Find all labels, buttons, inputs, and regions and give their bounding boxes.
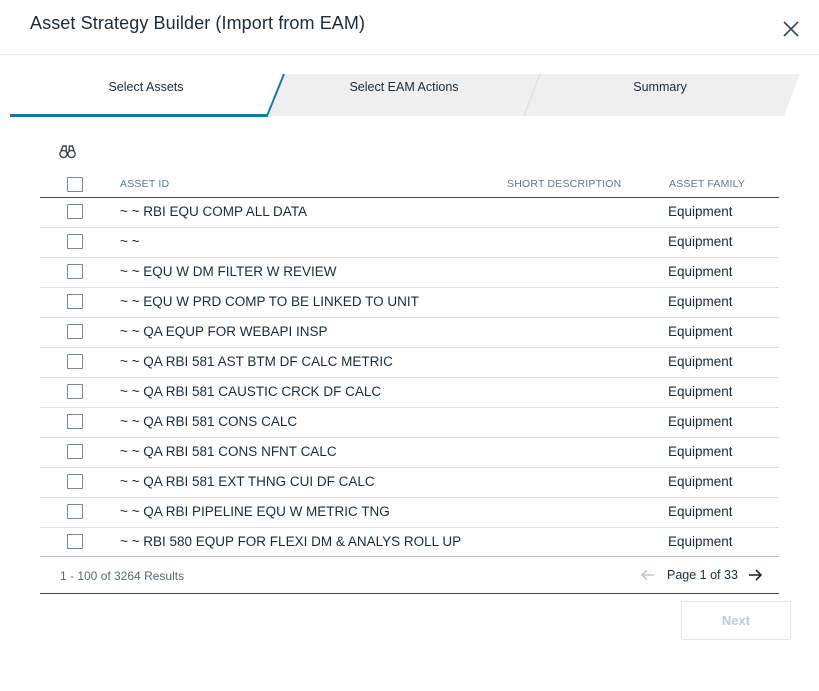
wizard-stepper: Select Assets Select EAM Actions Summary	[10, 74, 800, 117]
table-row[interactable]: ~ ~ EQU W PRD COMP TO BE LINKED TO UNIT …	[40, 288, 779, 318]
asset-id-cell: ~ ~ EQU W DM FILTER W REVIEW	[120, 264, 337, 279]
column-header-asset-family[interactable]: ASSET FAMILY	[669, 178, 745, 190]
arrow-left-icon[interactable]	[640, 567, 656, 583]
asset-id-cell: ~ ~ RBI 580 EQUP FOR FLEXI DM & ANALYS R…	[120, 534, 462, 549]
step-select-assets[interactable]: Select Assets	[46, 80, 246, 94]
table-row[interactable]: ~ ~ QA RBI 581 CAUSTIC CRCK DF CALC Equi…	[40, 378, 779, 408]
asset-family-cell: Equipment	[668, 474, 733, 489]
select-all-checkbox[interactable]	[67, 177, 83, 192]
arrow-right-icon[interactable]	[747, 567, 763, 583]
asset-id-cell: ~ ~ QA RBI 581 CAUSTIC CRCK DF CALC	[120, 384, 382, 399]
table-row[interactable]: ~ ~ QA RBI 581 CONS CALC Equipment	[40, 408, 779, 438]
asset-grid: ASSET ID SHORT DESCRIPTION ASSET FAMILY …	[40, 169, 779, 558]
table-row[interactable]: ~ ~ QA RBI 581 CONS NFNT CALC Equipment	[40, 438, 779, 468]
row-checkbox[interactable]	[67, 414, 83, 429]
asset-family-cell: Equipment	[668, 204, 733, 219]
binoculars-icon[interactable]	[58, 143, 78, 161]
asset-id-cell: ~ ~ QA EQUP FOR WEBAPI INSP	[120, 324, 328, 339]
asset-strategy-builder-dialog: Asset Strategy Builder (Import from EAM)…	[0, 0, 819, 691]
row-checkbox[interactable]	[67, 354, 83, 369]
table-row[interactable]: ~ ~ EQU W DM FILTER W REVIEW Equipment	[40, 258, 779, 288]
table-row[interactable]: ~ ~ QA RBI PIPELINE EQU W METRIC TNG Equ…	[40, 498, 779, 528]
asset-family-cell: Equipment	[668, 534, 733, 549]
row-checkbox[interactable]	[67, 504, 83, 519]
results-count: 1 - 100 of 3264 Results	[60, 569, 185, 583]
page-indicator: Page 1 of 33	[667, 568, 738, 582]
table-row[interactable]: ~ ~ QA RBI 581 EXT THNG CUI DF CALC Equi…	[40, 468, 779, 498]
asset-id-cell: ~ ~	[120, 234, 140, 249]
row-checkbox[interactable]	[67, 384, 83, 399]
row-checkbox[interactable]	[67, 444, 83, 459]
asset-id-cell: ~ ~ QA RBI 581 AST BTM DF CALC METRIC	[120, 354, 393, 369]
asset-family-cell: Equipment	[668, 384, 733, 399]
table-row[interactable]: ~ ~ QA RBI 581 AST BTM DF CALC METRIC Eq…	[40, 348, 779, 378]
table-row[interactable]: ~ ~ RBI 580 EQUP FOR FLEXI DM & ANALYS R…	[40, 528, 779, 558]
asset-id-cell: ~ ~ QA RBI 581 EXT THNG CUI DF CALC	[120, 474, 375, 489]
grid-header-row: ASSET ID SHORT DESCRIPTION ASSET FAMILY	[40, 169, 779, 198]
asset-family-cell: Equipment	[668, 264, 733, 279]
step-summary[interactable]: Summary	[560, 80, 760, 94]
table-row[interactable]: ~ ~ Equipment	[40, 228, 779, 258]
asset-id-cell: ~ ~ RBI EQU COMP ALL DATA	[120, 204, 308, 219]
asset-id-cell: ~ ~ QA RBI PIPELINE EQU W METRIC TNG	[120, 504, 390, 519]
next-button[interactable]: Next	[681, 601, 791, 640]
asset-id-cell: ~ ~ QA RBI 581 CONS NFNT CALC	[120, 444, 337, 459]
dialog-header: Asset Strategy Builder (Import from EAM)	[0, 0, 819, 55]
row-checkbox[interactable]	[67, 474, 83, 489]
dialog-title: Asset Strategy Builder (Import from EAM)	[30, 13, 366, 33]
asset-id-cell: ~ ~ QA RBI 581 CONS CALC	[120, 414, 298, 429]
row-checkbox[interactable]	[67, 294, 83, 309]
table-row[interactable]: ~ ~ QA EQUP FOR WEBAPI INSP Equipment	[40, 318, 779, 348]
asset-family-cell: Equipment	[668, 324, 733, 339]
row-checkbox[interactable]	[67, 324, 83, 339]
step-select-eam-actions[interactable]: Select EAM Actions	[304, 80, 504, 94]
close-icon[interactable]	[780, 18, 802, 40]
asset-family-cell: Equipment	[668, 504, 733, 519]
pagination-bar: 1 - 100 of 3264 Results Page 1 of 33	[40, 557, 779, 594]
asset-family-cell: Equipment	[668, 444, 733, 459]
asset-family-cell: Equipment	[668, 354, 733, 369]
row-checkbox[interactable]	[67, 234, 83, 249]
asset-family-cell: Equipment	[668, 294, 733, 309]
asset-family-cell: Equipment	[668, 414, 733, 429]
row-checkbox[interactable]	[67, 534, 83, 549]
column-header-asset-id[interactable]: ASSET ID	[120, 178, 169, 190]
asset-id-cell: ~ ~ EQU W PRD COMP TO BE LINKED TO UNIT	[120, 294, 419, 309]
row-checkbox[interactable]	[67, 204, 83, 219]
column-header-short-description[interactable]: SHORT DESCRIPTION	[507, 178, 621, 190]
asset-family-cell: Equipment	[668, 234, 733, 249]
row-checkbox[interactable]	[67, 264, 83, 279]
table-row[interactable]: ~ ~ RBI EQU COMP ALL DATA Equipment	[40, 198, 779, 228]
